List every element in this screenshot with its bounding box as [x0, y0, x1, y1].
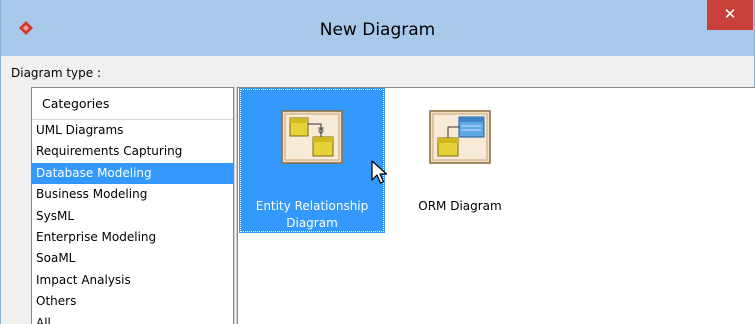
category-item[interactable]: Requirements Capturing	[32, 141, 233, 162]
category-item[interactable]: Business Modeling	[32, 184, 233, 205]
category-item[interactable]: Impact Analysis	[32, 270, 233, 291]
title-bar[interactable]: New Diagram ✕	[1, 0, 754, 56]
close-button[interactable]: ✕	[707, 0, 753, 30]
categories-items: UML Diagrams Requirements Capturing Databa…	[32, 120, 233, 324]
category-item[interactable]: Database Modeling	[32, 162, 233, 185]
category-item[interactable]: UML Diagrams	[32, 120, 233, 141]
category-item[interactable]: SysML	[32, 206, 233, 227]
diagram-tile-label: Entity Relationship Diagram	[255, 199, 369, 230]
diagram-tile-orm[interactable]: ORM Diagram	[401, 88, 519, 233]
orm-thumbnail-icon	[429, 110, 491, 164]
categories-list[interactable]: Categories UML Diagrams Requirements Capt…	[31, 87, 234, 324]
diagram-type-label: Diagram type :	[11, 66, 101, 80]
erd-thumbnail-icon	[281, 110, 343, 164]
new-diagram-dialog: New Diagram ✕ Diagram type : Categories …	[0, 0, 755, 324]
diagrams-gallery[interactable]: Entity Relationship Diagram ORM Diagram	[237, 87, 755, 324]
mouse-pointer-icon	[371, 160, 388, 184]
category-item[interactable]: Enterprise Modeling	[32, 227, 233, 248]
category-item[interactable]: All	[32, 313, 233, 324]
category-item[interactable]: Others	[32, 291, 233, 312]
window-title: New Diagram	[319, 20, 436, 40]
diagram-tile-entity-relationship[interactable]: Entity Relationship Diagram	[239, 88, 385, 233]
diagram-tile-label: ORM Diagram	[418, 199, 502, 213]
categories-header: Categories	[32, 88, 233, 120]
category-item[interactable]: SoaML	[32, 248, 233, 269]
